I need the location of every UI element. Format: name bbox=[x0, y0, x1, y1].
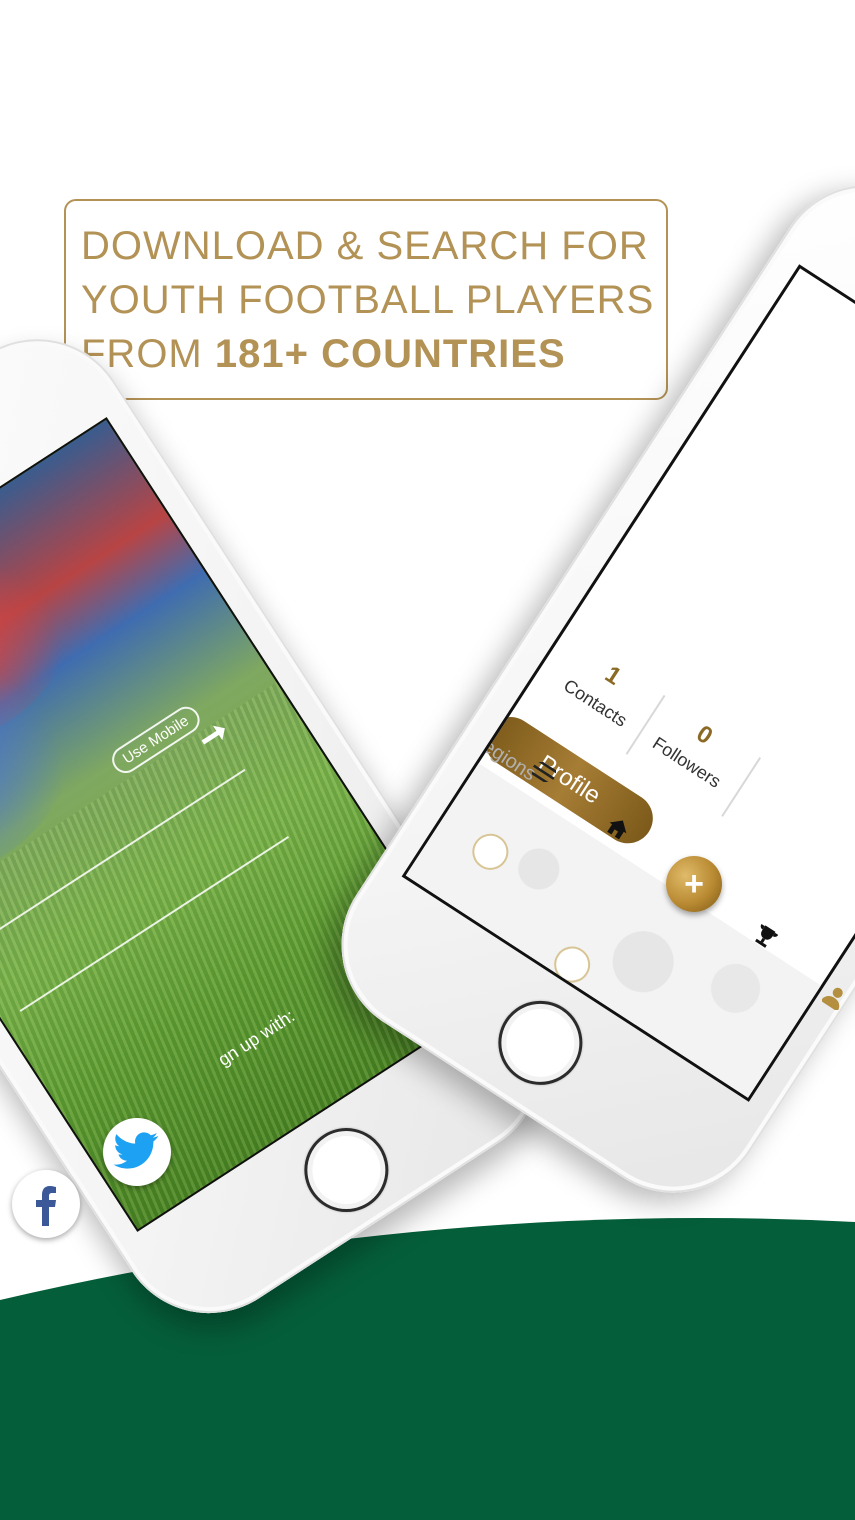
user-icon[interactable] bbox=[820, 984, 848, 1012]
facebook-button[interactable] bbox=[12, 1170, 80, 1238]
add-player-button[interactable]: + bbox=[666, 856, 722, 912]
headline-line-1: DOWNLOAD & SEARCH FOR bbox=[81, 224, 649, 268]
home-icon[interactable] bbox=[606, 816, 630, 840]
headline-line-3: FROM 181+ COUNTRIES bbox=[81, 327, 666, 381]
stat-followers[interactable]: 0 Followers bbox=[639, 697, 754, 799]
facebook-icon bbox=[36, 1186, 56, 1226]
twitter-button[interactable] bbox=[103, 1118, 171, 1186]
menu-icon[interactable] bbox=[529, 758, 559, 786]
promo-stage: DOWNLOAD & SEARCH FOR YOUTH FOOTBALL PLA… bbox=[0, 0, 855, 1520]
twitter-icon bbox=[113, 1132, 159, 1169]
stat-contacts[interactable]: 1 Contacts bbox=[552, 640, 659, 737]
headline-box: DOWNLOAD & SEARCH FOR YOUTH FOOTBALL PLA… bbox=[64, 199, 668, 400]
trophy-icon[interactable] bbox=[752, 924, 779, 950]
headline-line-2: YOUTH FOOTBALL PLAYERS bbox=[81, 278, 655, 322]
headline-country-count: 181+ COUNTRIES bbox=[214, 332, 566, 376]
